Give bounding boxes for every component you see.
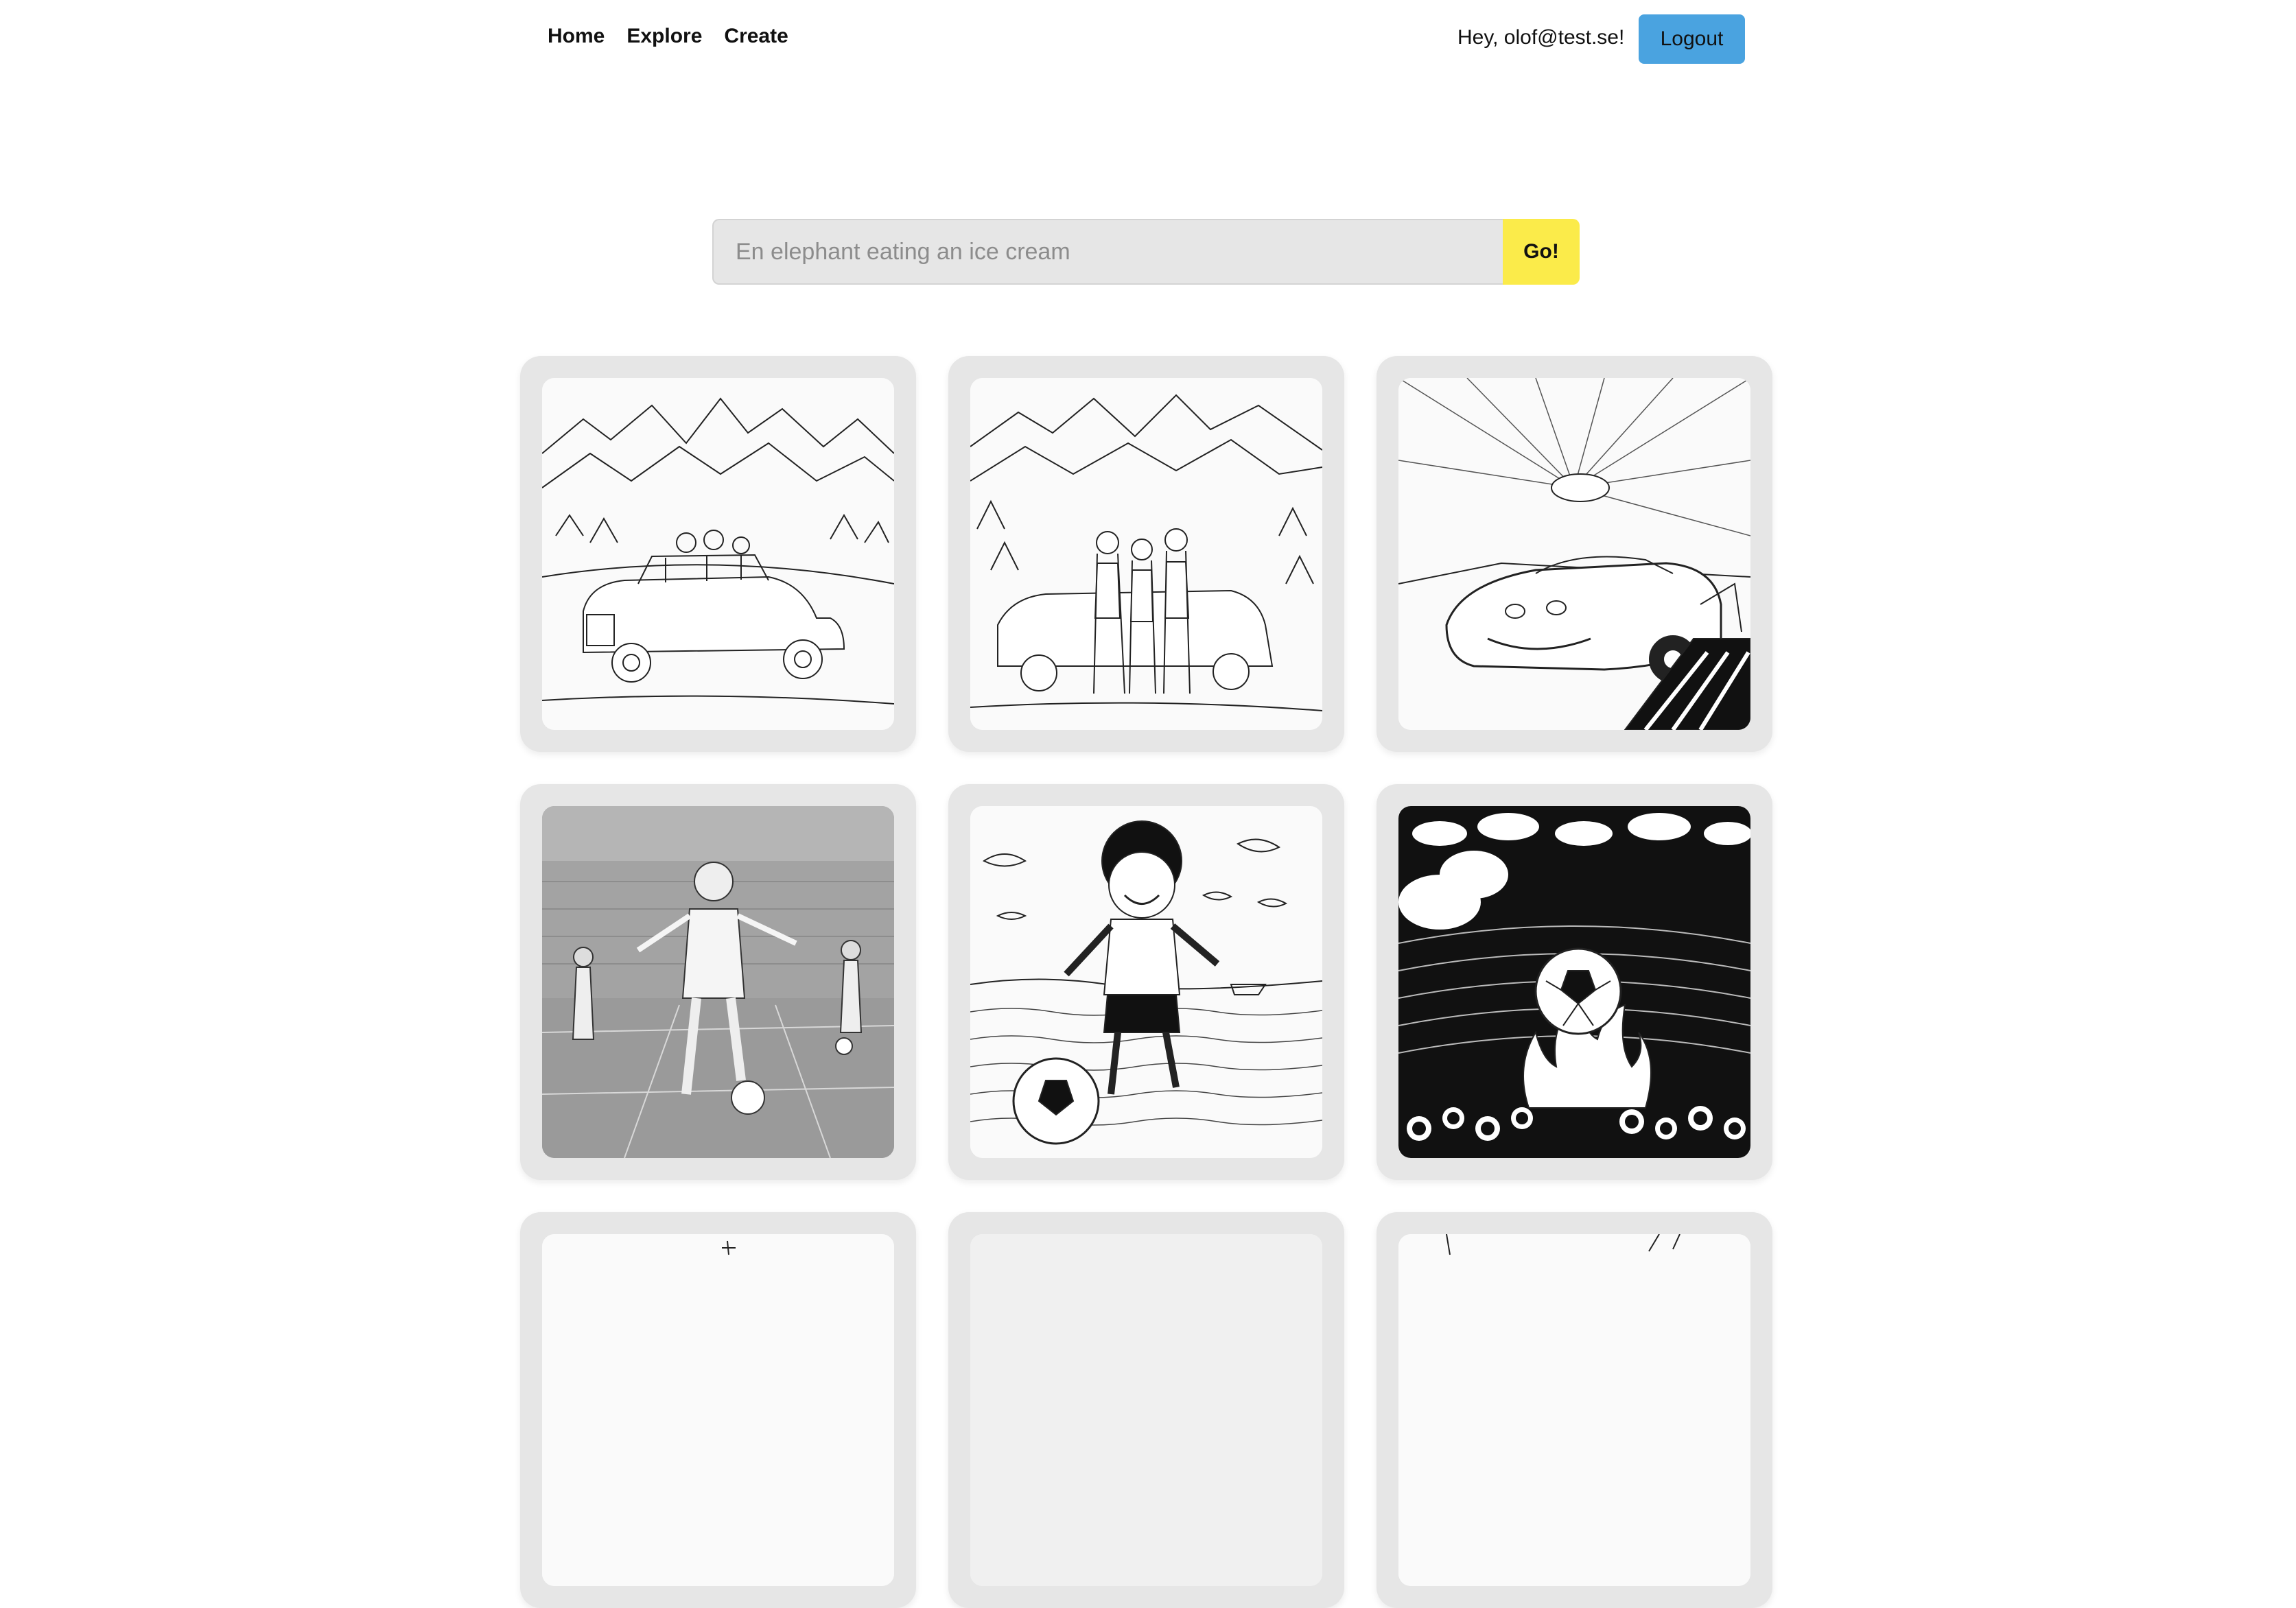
coloring-friends-car-mountains-image [970, 378, 1322, 730]
coloring-page-image [542, 1234, 894, 1586]
nav-links: Home Explore Create [548, 25, 788, 48]
nav-explore-link[interactable]: Explore [626, 25, 702, 48]
gallery-card[interactable] [948, 356, 1344, 752]
gallery-card[interactable] [948, 1212, 1344, 1608]
coloring-car-mountains-image [542, 378, 894, 730]
search-bar: Go! [712, 219, 1580, 285]
coloring-boy-soccer-sea-image [970, 806, 1322, 1158]
gallery-card[interactable] [520, 1212, 916, 1608]
gallery-card[interactable] [948, 784, 1344, 1180]
go-button[interactable]: Go! [1503, 219, 1580, 285]
gallery-card[interactable] [1377, 356, 1772, 752]
nav-home-link[interactable]: Home [548, 25, 605, 48]
logout-button[interactable]: Logout [1639, 14, 1745, 64]
gallery-card[interactable] [520, 784, 916, 1180]
coloring-soccer-stadium-image [542, 806, 894, 1158]
top-nav: Home Explore Create Hey, olof@test.se! L… [0, 0, 2296, 77]
coloring-flaming-soccer-ball-image [1398, 806, 1750, 1158]
coloring-page-image [1398, 1234, 1750, 1586]
gallery-card[interactable] [1377, 1212, 1772, 1608]
nav-create-link[interactable]: Create [724, 25, 788, 48]
search-input[interactable] [712, 219, 1503, 285]
gallery-card[interactable] [520, 356, 916, 752]
coloring-page-image [970, 1234, 1322, 1586]
user-greeting: Hey, olof@test.se! [1457, 26, 1625, 49]
coloring-race-car-image [1398, 378, 1750, 730]
gallery-card[interactable] [1377, 784, 1772, 1180]
gallery-grid [520, 356, 1773, 1608]
